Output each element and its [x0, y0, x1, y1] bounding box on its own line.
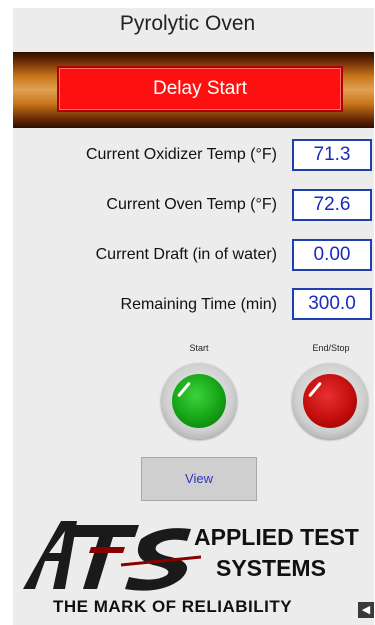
page-title: Pyrolytic Oven: [119, 12, 256, 35]
back-arrow-icon[interactable]: ◀: [358, 602, 374, 618]
stop-button[interactable]: [292, 363, 368, 439]
draft-value[interactable]: 0.00: [292, 239, 372, 271]
oven-temp-label: Current Oven Temp (°F): [106, 196, 277, 213]
oxidizer-temp-label: Current Oxidizer Temp (°F): [85, 146, 277, 163]
view-button[interactable]: View: [141, 457, 257, 501]
remaining-time-value[interactable]: 300.0: [292, 288, 372, 320]
start-knob-face: [172, 374, 226, 428]
oxidizer-temp-value[interactable]: 71.3: [292, 139, 372, 171]
draft-label: Current Draft (in of water): [95, 246, 277, 263]
start-button[interactable]: [161, 363, 237, 439]
remaining-time-label: Remaining Time (min): [120, 296, 277, 313]
company-name-line2: SYSTEMS: [216, 555, 326, 581]
start-label: Start: [189, 343, 209, 353]
stop-knob-face: [303, 374, 357, 428]
company-logo: APPLIED TEST SYSTEMS THE MARK OF RELIABI…: [13, 515, 374, 617]
ats-logo-icon: [23, 521, 201, 591]
company-tagline: THE MARK OF RELIABILITY: [53, 597, 293, 616]
oven-temp-value[interactable]: 72.6: [292, 189, 372, 221]
stop-label: End/Stop: [312, 343, 350, 353]
delay-start-button[interactable]: Delay Start: [57, 66, 343, 112]
company-name-line1: APPLIED TEST: [194, 524, 359, 550]
